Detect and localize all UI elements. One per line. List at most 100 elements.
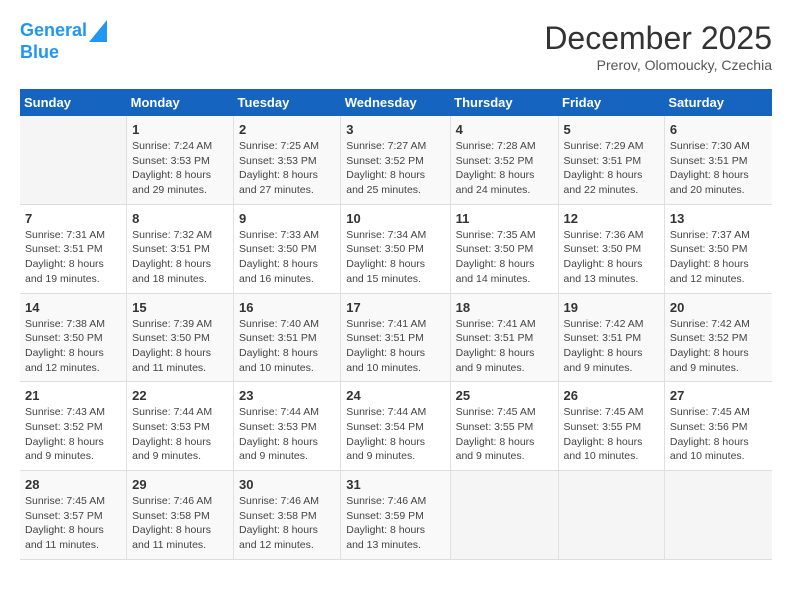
calendar-cell: 1 Sunrise: 7:24 AM Sunset: 3:53 PM Daylig… [127,116,234,204]
day-info: Sunrise: 7:35 AM Sunset: 3:50 PM Dayligh… [456,228,553,287]
calendar-cell: 30 Sunrise: 7:46 AM Sunset: 3:58 PM Dayli… [234,471,341,560]
day-info: Sunrise: 7:33 AM Sunset: 3:50 PM Dayligh… [239,228,335,287]
title-block: December 2025 Prerov, Olomoucky, Czechia [544,20,772,73]
day-number: 17 [346,300,444,315]
day-info: Sunrise: 7:44 AM Sunset: 3:54 PM Dayligh… [346,405,444,464]
day-info: Sunrise: 7:28 AM Sunset: 3:52 PM Dayligh… [456,139,553,198]
calendar-cell: 26Sunrise: 7:45 AM Sunset: 3:55 PM Dayli… [558,382,664,471]
day-number: 29 [132,477,228,492]
day-number: 6 [670,122,767,137]
month-title: December 2025 [544,20,772,57]
day-number: 8 [132,211,228,226]
calendar-cell: 20 Sunrise: 7:42 AM Sunset: 3:52 PM Dayli… [664,293,772,382]
calendar-cell: 23Sunrise: 7:44 AM Sunset: 3:53 PM Dayli… [234,382,341,471]
day-info: Sunrise: 7:42 AM Sunset: 3:52 PM Dayligh… [670,317,767,376]
column-header-tuesday: Tuesday [234,89,341,116]
day-number: 25 [456,388,553,403]
day-info: Sunrise: 7:46 AM Sunset: 3:58 PM Dayligh… [239,494,335,553]
day-info: Sunrise: 7:29 AM Sunset: 3:51 PM Dayligh… [564,139,659,198]
location: Prerov, Olomoucky, Czechia [544,57,772,73]
day-info: Sunrise: 7:31 AM Sunset: 3:51 PM Dayligh… [25,228,121,287]
day-number: 16 [239,300,335,315]
day-info: Sunrise: 7:45 AM Sunset: 3:57 PM Dayligh… [25,494,121,553]
calendar-cell: 13 Sunrise: 7:37 AM Sunset: 3:50 PM Dayli… [664,204,772,293]
calendar-cell: 31 Sunrise: 7:46 AM Sunset: 3:59 PM Dayli… [341,471,450,560]
day-info: Sunrise: 7:39 AM Sunset: 3:50 PM Dayligh… [132,317,228,376]
day-info: Sunrise: 7:37 AM Sunset: 3:50 PM Dayligh… [670,228,767,287]
calendar-cell [664,471,772,560]
day-number: 4 [456,122,553,137]
calendar-cell: 2Sunrise: 7:25 AM Sunset: 3:53 PM Daylig… [234,116,341,204]
week-row-3: 14 Sunrise: 7:38 AM Sunset: 3:50 PM Dayli… [20,293,772,382]
calendar-cell [558,471,664,560]
day-info: Sunrise: 7:25 AM Sunset: 3:53 PM Dayligh… [239,139,335,198]
calendar-cell: 6 Sunrise: 7:30 AM Sunset: 3:51 PM Daylig… [664,116,772,204]
logo-text-general: General [20,20,87,42]
calendar-cell: 7 Sunrise: 7:31 AM Sunset: 3:51 PM Daylig… [20,204,127,293]
day-info: Sunrise: 7:45 AM Sunset: 3:56 PM Dayligh… [670,405,767,464]
day-number: 1 [132,122,228,137]
day-info: Sunrise: 7:46 AM Sunset: 3:58 PM Dayligh… [132,494,228,553]
calendar-cell: 21 Sunrise: 7:43 AM Sunset: 3:52 PM Dayli… [20,382,127,471]
calendar-cell: 14 Sunrise: 7:38 AM Sunset: 3:50 PM Dayli… [20,293,127,382]
day-number: 27 [670,388,767,403]
day-number: 14 [25,300,121,315]
logo-triangle-icon [89,20,107,42]
column-header-monday: Monday [127,89,234,116]
calendar-cell: 25 Sunrise: 7:45 AM Sunset: 3:55 PM Dayli… [450,382,558,471]
calendar-cell: 15Sunrise: 7:39 AM Sunset: 3:50 PM Dayli… [127,293,234,382]
day-number: 26 [564,388,659,403]
day-number: 31 [346,477,444,492]
day-number: 22 [132,388,228,403]
day-info: Sunrise: 7:46 AM Sunset: 3:59 PM Dayligh… [346,494,444,553]
day-info: Sunrise: 7:41 AM Sunset: 3:51 PM Dayligh… [346,317,444,376]
logo-text-blue: Blue [20,42,59,64]
calendar-table: SundayMondayTuesdayWednesdayThursdayFrid… [20,89,772,560]
day-info: Sunrise: 7:42 AM Sunset: 3:51 PM Dayligh… [564,317,659,376]
day-number: 9 [239,211,335,226]
day-number: 5 [564,122,659,137]
day-info: Sunrise: 7:45 AM Sunset: 3:55 PM Dayligh… [456,405,553,464]
day-info: Sunrise: 7:34 AM Sunset: 3:50 PM Dayligh… [346,228,444,287]
day-number: 18 [456,300,553,315]
calendar-cell: 9 Sunrise: 7:33 AM Sunset: 3:50 PM Daylig… [234,204,341,293]
column-header-saturday: Saturday [664,89,772,116]
calendar-cell: 12 Sunrise: 7:36 AM Sunset: 3:50 PM Dayli… [558,204,664,293]
day-info: Sunrise: 7:30 AM Sunset: 3:51 PM Dayligh… [670,139,767,198]
day-number: 7 [25,211,121,226]
column-header-sunday: Sunday [20,89,127,116]
day-number: 13 [670,211,767,226]
page-header: General Blue December 2025 Prerov, Olomo… [20,20,772,73]
day-number: 30 [239,477,335,492]
day-info: Sunrise: 7:43 AM Sunset: 3:52 PM Dayligh… [25,405,121,464]
day-info: Sunrise: 7:32 AM Sunset: 3:51 PM Dayligh… [132,228,228,287]
day-info: Sunrise: 7:38 AM Sunset: 3:50 PM Dayligh… [25,317,121,376]
column-header-wednesday: Wednesday [341,89,450,116]
day-number: 21 [25,388,121,403]
day-info: Sunrise: 7:40 AM Sunset: 3:51 PM Dayligh… [239,317,335,376]
calendar-cell: 3 Sunrise: 7:27 AM Sunset: 3:52 PM Daylig… [341,116,450,204]
calendar-cell: 4 Sunrise: 7:28 AM Sunset: 3:52 PM Daylig… [450,116,558,204]
column-header-friday: Friday [558,89,664,116]
calendar-cell: 28 Sunrise: 7:45 AM Sunset: 3:57 PM Dayli… [20,471,127,560]
day-number: 20 [670,300,767,315]
day-info: Sunrise: 7:44 AM Sunset: 3:53 PM Dayligh… [132,405,228,464]
calendar-cell: 19 Sunrise: 7:42 AM Sunset: 3:51 PM Dayli… [558,293,664,382]
day-number: 28 [25,477,121,492]
day-number: 3 [346,122,444,137]
day-info: Sunrise: 7:36 AM Sunset: 3:50 PM Dayligh… [564,228,659,287]
calendar-cell: 27 Sunrise: 7:45 AM Sunset: 3:56 PM Dayli… [664,382,772,471]
day-info: Sunrise: 7:27 AM Sunset: 3:52 PM Dayligh… [346,139,444,198]
calendar-cell: 10 Sunrise: 7:34 AM Sunset: 3:50 PM Dayli… [341,204,450,293]
day-number: 10 [346,211,444,226]
day-info: Sunrise: 7:24 AM Sunset: 3:53 PM Dayligh… [132,139,228,198]
day-number: 19 [564,300,659,315]
calendar-cell [450,471,558,560]
calendar-cell: 17 Sunrise: 7:41 AM Sunset: 3:51 PM Dayli… [341,293,450,382]
calendar-cell: 11Sunrise: 7:35 AM Sunset: 3:50 PM Dayli… [450,204,558,293]
week-row-5: 28 Sunrise: 7:45 AM Sunset: 3:57 PM Dayli… [20,471,772,560]
day-number: 12 [564,211,659,226]
calendar-cell: 22 Sunrise: 7:44 AM Sunset: 3:53 PM Dayli… [127,382,234,471]
calendar-cell [20,116,127,204]
day-info: Sunrise: 7:41 AM Sunset: 3:51 PM Dayligh… [456,317,553,376]
